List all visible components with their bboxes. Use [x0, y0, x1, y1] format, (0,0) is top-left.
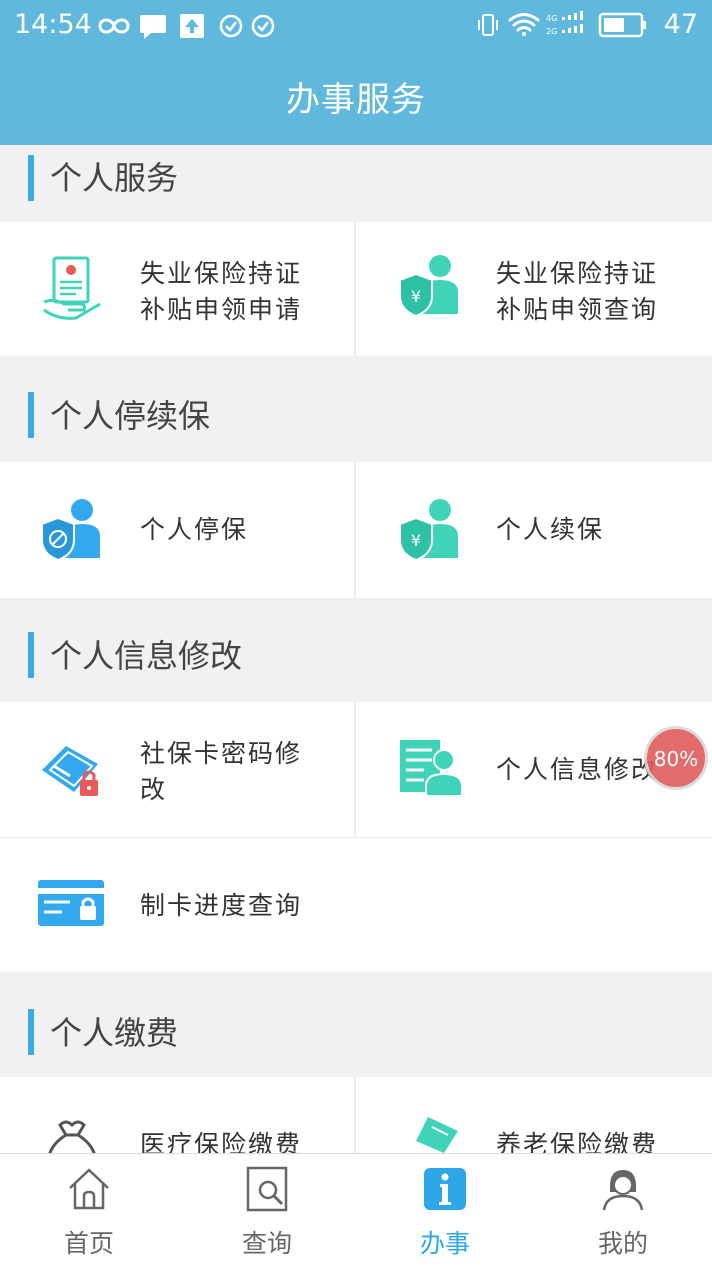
tile-label: 失业保险持证 补贴申领申请 [140, 256, 330, 328]
hand-money-icon [416, 1117, 458, 1153]
upload-icon [180, 14, 204, 38]
nav-label: 查询 [241, 1229, 292, 1258]
nav-tab-mine[interactable]: 我的 [534, 1154, 712, 1273]
section-title: 个人信息修改 [50, 637, 243, 675]
tile-label: 个人停保 [140, 515, 249, 544]
home-icon [69, 1168, 109, 1210]
tile-label-line: 失业保险持证 [496, 259, 659, 288]
page-title: 办事服务 [286, 80, 426, 120]
nav-label: 首页 [63, 1229, 114, 1258]
tile-label-line: 失业保险持证 [140, 259, 303, 288]
bottom-nav: 首页 查询 办事 我的 [0, 1153, 712, 1273]
money-bag-icon: $ [48, 1120, 96, 1153]
vibrate-icon [478, 14, 498, 36]
tile-pension-insurance-payment[interactable]: 养老保险缴费 [356, 1077, 712, 1153]
tile-label-line: 补贴申领查询 [496, 295, 659, 324]
person-shield-stop-icon [41, 499, 100, 562]
tile-label-line: 补贴申领申请 [140, 295, 303, 324]
tile-label-line: 社保卡密码修 [140, 739, 303, 768]
section-header-personal-service: 个人服务 [0, 145, 712, 222]
nav-label: 办事 [419, 1229, 470, 1258]
section-title: 个人缴费 [50, 1014, 179, 1052]
tile-social-card-password[interactable]: 社保卡密码修 改 [0, 702, 354, 837]
service-list[interactable]: 个人服务 失业保险持证 补贴申领申请 ¥ 失业保险持证 补贴申领查询 个人停续保 [0, 145, 712, 1153]
section-header-stop-resume: 个人停续保 [0, 358, 712, 462]
status-bar: 14:54 4G 2G 47 [0, 0, 712, 50]
app-header: 办事服务 [0, 50, 712, 145]
tile-unemployment-subsidy-apply[interactable]: 失业保险持证 补贴申领申请 [0, 222, 354, 356]
svg-text:¥: ¥ [411, 287, 421, 306]
svg-text:¥: ¥ [411, 531, 421, 550]
nav-tab-home[interactable]: 首页 [0, 1154, 178, 1273]
tile-label: 个人续保 [496, 515, 605, 544]
person-document-icon [400, 740, 463, 797]
signal-icon: 4G 2G [546, 11, 583, 36]
check-circle-icon [219, 14, 243, 38]
tile-medical-insurance-payment[interactable]: $ 医疗保险缴费 [0, 1077, 354, 1153]
nav-label: 我的 [597, 1229, 648, 1258]
status-time: 14:54 [14, 9, 92, 40]
infinity-icon [98, 18, 130, 34]
svg-text:2G: 2G [546, 27, 557, 36]
status-system-icons: 4G 2G [478, 11, 646, 38]
check-circle-icon [251, 14, 275, 38]
card-lock-icon [42, 746, 98, 796]
tile-divider [354, 462, 356, 598]
section-header-payment: 个人缴费 [0, 973, 712, 1077]
battery-level: 47 [663, 9, 698, 40]
section-title: 个人停续保 [50, 397, 211, 435]
section-title: 个人服务 [50, 159, 179, 197]
tile-label-line: 改 [140, 775, 168, 804]
certificate-hand-icon [43, 256, 101, 320]
message-icon [140, 15, 166, 39]
section-accent-bar [28, 392, 34, 438]
tile-divider [354, 222, 356, 356]
tile-unemployment-subsidy-query[interactable]: ¥ 失业保险持证 补贴申领查询 [356, 222, 712, 356]
status-notification-icons [98, 14, 275, 39]
tile-label: 制卡进度查询 [140, 891, 303, 920]
person-shield-yuan-icon: ¥ [399, 499, 458, 562]
nav-tab-services[interactable]: 办事 [356, 1154, 534, 1273]
section-accent-bar [28, 632, 34, 678]
tile-label: 养老保险缴费 [496, 1130, 659, 1153]
tile-card-progress-query[interactable]: 制卡进度查询 [0, 838, 712, 972]
svg-text:4G: 4G [546, 14, 557, 23]
user-icon [602, 1170, 644, 1211]
card-progress-lock-icon [38, 880, 104, 926]
nav-tab-query[interactable]: 查询 [178, 1154, 356, 1273]
tile-label: 社保卡密码修 改 [140, 736, 330, 808]
tile-personal-stop-insurance[interactable]: 个人停保 [0, 462, 354, 598]
section-accent-bar [28, 155, 34, 201]
tile-personal-resume-insurance[interactable]: ¥ 个人续保 [356, 462, 712, 598]
info-icon [424, 1168, 466, 1210]
tile-label: 医疗保险缴费 [140, 1130, 303, 1153]
section-accent-bar [28, 1009, 34, 1055]
tile-label: 失业保险持证 补贴申领查询 [496, 256, 686, 328]
floating-memory-bubble[interactable]: 80% [644, 726, 708, 790]
section-header-info-change: 个人信息修改 [0, 598, 712, 702]
tile-divider [354, 1077, 356, 1153]
tile-divider [354, 702, 356, 837]
search-document-icon [246, 1166, 288, 1212]
wifi-icon [508, 13, 540, 36]
battery-icon [598, 12, 646, 38]
bubble-text: 80% [653, 747, 699, 771]
person-shield-yuan-icon: ¥ [399, 255, 458, 318]
